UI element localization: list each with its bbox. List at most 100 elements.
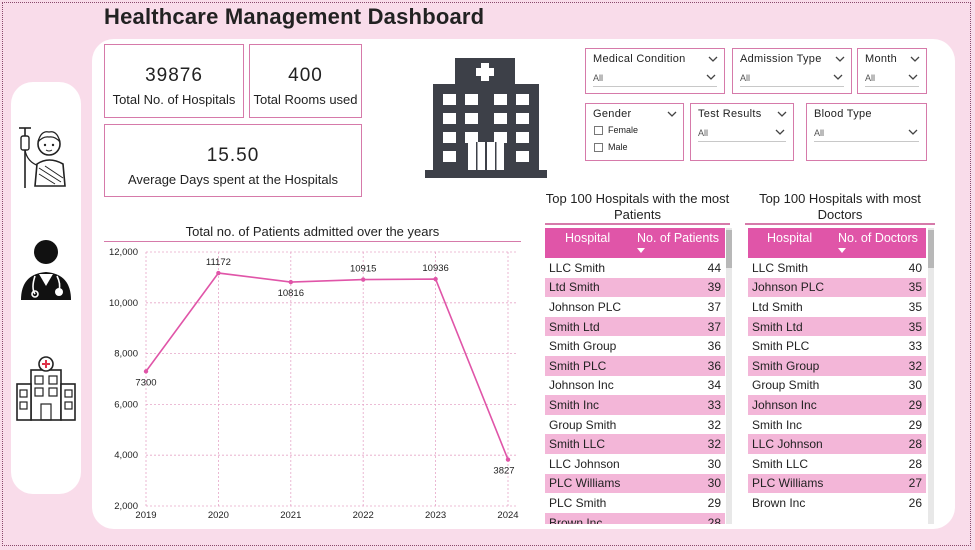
scrollbar-thumb[interactable]	[928, 230, 934, 268]
table-patients-scrollbar[interactable]	[726, 228, 732, 524]
slicer-admission-type[interactable]: Admission Type All	[732, 48, 852, 94]
scrollbar-thumb[interactable]	[726, 230, 732, 268]
slicer-gender[interactable]: Gender Female Male	[585, 103, 684, 161]
chevron-down-icon[interactable]	[706, 73, 716, 81]
table-row[interactable]: PLC Williams 30	[545, 473, 725, 494]
table-row[interactable]: Brown Inc 26	[748, 493, 926, 513]
cell-hospital: Ltd Smith	[752, 299, 803, 314]
column-header-hospital[interactable]: Hospital	[748, 228, 834, 258]
column-header-patients[interactable]: No. of Patients	[633, 228, 725, 258]
column-header-hospital[interactable]: Hospital	[545, 228, 633, 258]
column-header-doctors[interactable]: No. of Doctors	[834, 228, 926, 258]
kpi-average-days: 15.50 Average Days spent at the Hospital…	[104, 124, 362, 197]
table-row[interactable]: Smith Group 36	[545, 336, 725, 356]
table-row[interactable]: PLC Smith 29	[545, 493, 725, 513]
slicer-value[interactable]: All	[814, 128, 824, 138]
cell-hospital: Smith Inc	[752, 417, 803, 432]
chevron-down-icon[interactable]	[708, 55, 718, 63]
doctor-icon[interactable]	[15, 234, 77, 304]
table-row[interactable]: Smith PLC 36	[545, 355, 725, 376]
line-chart: 12,000 10,000 8,000 6,000 4,000 2,0002019 2020…	[109, 247, 519, 521]
cell-hospital: Johnson Inc	[549, 378, 614, 393]
slicer-header: Gender	[593, 108, 632, 120]
data-label: 10936	[422, 263, 448, 274]
cell-count: 33	[633, 395, 725, 415]
sort-desc-icon[interactable]	[838, 248, 846, 253]
table-row[interactable]: Brown Inc 28	[545, 512, 725, 524]
table-row[interactable]: PLC Williams 27	[748, 473, 926, 494]
slicer-medical-condition[interactable]: Medical Condition All	[585, 48, 725, 94]
slicer-value[interactable]: All	[698, 128, 708, 138]
table-row[interactable]: LLC Johnson 28	[748, 434, 926, 454]
chevron-down-icon[interactable]	[777, 110, 787, 118]
slicer-underline	[865, 86, 919, 87]
y-tick-label: 8,000	[114, 349, 138, 360]
kpi-total-hospitals: 39876 Total No. of Hospitals	[104, 44, 244, 118]
slicer-month[interactable]: Month All	[857, 48, 927, 94]
chevron-down-icon[interactable]	[908, 128, 918, 136]
table-row[interactable]: Smith Inc 33	[545, 395, 725, 415]
table-row[interactable]: LLC Smith 44	[545, 258, 725, 278]
slicer-value[interactable]: All	[593, 73, 603, 83]
x-tick-label: 2021	[280, 510, 301, 521]
series-line	[145, 272, 509, 460]
checkbox[interactable]	[594, 125, 603, 135]
y-tick-label: 4,000	[114, 450, 138, 461]
table-row[interactable]: Ltd Smith 39	[545, 277, 725, 298]
cell-count: 32	[707, 417, 721, 432]
table-row[interactable]: Smith Inc 29	[748, 415, 926, 435]
x-tick-label: 2022	[353, 510, 374, 521]
table-row[interactable]: Johnson Inc 34	[545, 376, 725, 396]
data-label: 11172	[206, 257, 231, 268]
cell-count: 33	[908, 339, 922, 354]
table-row[interactable]: Group Smith 32	[545, 415, 725, 435]
y-tick-label: 10,000	[109, 298, 138, 309]
table-row[interactable]: Smith PLC 33	[748, 336, 926, 356]
gender-option-male[interactable]: Male	[594, 142, 628, 152]
cell-hospital: Johnson Inc	[748, 395, 834, 415]
chevron-down-icon[interactable]	[910, 55, 920, 63]
table-row[interactable]: Smith LLC 32	[545, 434, 725, 454]
slicer-value[interactable]: All	[865, 73, 875, 83]
patient-icon[interactable]	[15, 122, 77, 192]
table-row[interactable]: Ltd Smith 35	[748, 297, 926, 317]
slicer-blood-type[interactable]: Blood Type All	[806, 103, 927, 161]
hospital-icon[interactable]	[15, 354, 77, 424]
table-row[interactable]: Johnson PLC 35	[748, 277, 926, 298]
chevron-down-icon[interactable]	[667, 110, 677, 118]
table-doctors[interactable]: Hospital No. of Doctors LLC Smith 40 Johns…	[748, 228, 926, 524]
table-patients[interactable]: Hospital No. of Patients LLC Smith 44 Ltd …	[545, 228, 725, 524]
chevron-down-icon[interactable]	[775, 128, 785, 136]
cell-hospital: Brown Inc	[752, 495, 806, 510]
cell-count: 32	[834, 355, 926, 376]
slicer-underline	[740, 86, 844, 87]
x-tick-label: 2024	[497, 510, 518, 521]
slicer-test-results[interactable]: Test Results All	[690, 103, 794, 161]
table-row[interactable]: Smith LLC 28	[748, 454, 926, 474]
chevron-down-icon[interactable]	[833, 73, 843, 81]
cell-hospital: PLC Williams	[545, 473, 633, 494]
cell-count: 28	[834, 434, 926, 454]
table-row[interactable]: Smith Ltd 37	[545, 316, 725, 337]
table-row[interactable]: Smith Group 32	[748, 355, 926, 376]
page-title: Healthcare Management Dashboard	[104, 4, 485, 29]
chevron-down-icon[interactable]	[835, 55, 845, 63]
table-row[interactable]: Group Smith 30	[748, 376, 926, 396]
slicer-value[interactable]: All	[740, 73, 750, 83]
cell-hospital: Johnson PLC	[748, 277, 834, 298]
table-row[interactable]: Johnson PLC 37	[545, 297, 725, 317]
table-doctors-scrollbar[interactable]	[928, 228, 934, 524]
table-row[interactable]: Johnson Inc 29	[748, 395, 926, 415]
checkbox[interactable]	[594, 142, 603, 152]
sort-desc-icon[interactable]	[637, 248, 645, 253]
table-row[interactable]: Smith Ltd 35	[748, 316, 926, 337]
cell-hospital: Smith Ltd	[545, 316, 633, 337]
table-row[interactable]: LLC Johnson 30	[545, 454, 725, 474]
table-row[interactable]: LLC Smith 40	[748, 258, 926, 278]
chevron-down-icon[interactable]	[908, 73, 918, 81]
data-point	[288, 279, 293, 285]
cell-hospital: Smith PLC	[545, 355, 633, 376]
y-tick-label: 6,000	[114, 399, 138, 410]
gender-option-female[interactable]: Female	[594, 125, 638, 135]
hospital-building-icon	[425, 58, 547, 178]
